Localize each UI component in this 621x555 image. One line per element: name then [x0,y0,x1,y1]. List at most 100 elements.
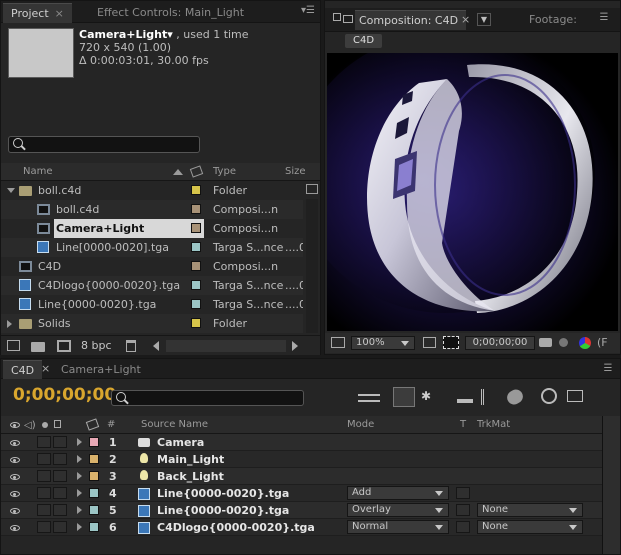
label-swatch[interactable] [191,185,201,195]
new-composition-icon[interactable] [57,340,71,352]
disclosure-closed-icon[interactable] [77,506,82,514]
close-icon[interactable]: × [461,13,470,26]
comp-breadcrumb-button[interactable]: C4D [345,34,383,48]
column-size[interactable]: Size [285,166,306,177]
lock-switch[interactable] [53,521,67,533]
lock-switch[interactable] [53,436,67,448]
column-type[interactable]: Type [213,166,236,177]
live-update-icon[interactable] [567,390,583,402]
column-name[interactable]: Name [23,166,53,177]
close-icon[interactable]: × [41,362,50,375]
viewer-timecode[interactable]: 0;00;00;00 [465,336,535,350]
tab-camera-light[interactable]: Camera+Light [53,360,149,379]
layer-name[interactable]: Camera [157,434,204,451]
project-item[interactable]: Camera+Light Composi...n [1,219,303,238]
label-swatch[interactable] [191,299,201,309]
horizontal-scrollbar[interactable] [166,340,286,352]
region-icon[interactable] [443,336,459,349]
solo-switch[interactable] [37,453,51,465]
project-search-input[interactable] [8,136,200,153]
audio-switch[interactable] [21,521,33,533]
composition-viewer[interactable] [327,53,618,331]
layer-row[interactable]: 3 Back_Light [1,468,602,485]
eye-icon[interactable] [10,457,20,463]
solo-switch[interactable] [37,436,51,448]
disclosure-closed-icon[interactable] [77,523,82,531]
label-tag-icon[interactable] [189,165,204,178]
close-icon[interactable]: × [55,7,64,20]
layer-name[interactable]: Main_Light [157,451,224,468]
brainstorm-icon[interactable] [504,386,526,408]
audio-switch[interactable] [21,504,33,516]
motion-blur-icon[interactable] [481,389,497,405]
solo-switch[interactable] [37,521,51,533]
label-swatch[interactable] [89,454,99,464]
eye-icon[interactable] [10,474,20,480]
eye-icon[interactable] [10,508,20,514]
layer-row[interactable]: 5 Line{0000-0020}.tga Overlay None [1,502,602,519]
project-scrollbar[interactable] [306,199,318,333]
blend-mode-select[interactable]: Add [347,486,449,500]
panel-menu-icon[interactable]: ▾☰ [300,5,316,17]
frame-blending-icon[interactable] [457,391,473,403]
tab-c4d[interactable]: C4D [3,360,43,379]
flowchart-icon[interactable] [306,184,318,194]
eye-icon[interactable] [10,525,20,531]
disclosure-closed-icon[interactable] [77,472,82,480]
scroll-right-icon[interactable] [292,341,298,351]
solo-switch[interactable] [37,504,51,516]
timeline-search-input[interactable] [111,390,304,406]
draft-3d-icon[interactable] [393,387,415,407]
solo-icon[interactable] [42,422,48,428]
blend-mode-select[interactable]: Overlay [347,503,449,517]
layer-name[interactable]: Line{0000-0020}.tga [157,485,289,502]
graph-editor-icon[interactable] [541,388,557,404]
preserve-transparency-toggle[interactable] [456,521,470,533]
new-folder-icon[interactable] [31,342,45,352]
track-matte-select[interactable]: None [477,520,583,534]
tab-effect-controls[interactable]: Effect Controls: Main_Light [89,3,252,23]
tab-composition[interactable]: Composition: C4D [355,10,467,30]
channel-icon[interactable] [579,337,591,349]
tab-footage[interactable]: Footage: [521,10,585,30]
timeline-menu-icon[interactable]: ☰ [600,363,616,375]
tab-project[interactable]: Project × [3,3,72,23]
interpret-footage-icon[interactable] [7,340,20,351]
zoom-select[interactable]: 100% [351,336,415,350]
solo-switch[interactable] [37,470,51,482]
label-swatch[interactable] [89,488,99,498]
eye-icon[interactable] [10,440,20,446]
show-snapshot-icon[interactable] [559,338,568,347]
lock-icon[interactable] [54,420,61,428]
label-swatch[interactable] [191,204,201,214]
disclosure-closed-icon[interactable] [77,489,82,497]
lock-switch[interactable] [53,470,67,482]
snapshot-icon[interactable] [331,337,345,348]
project-item[interactable]: boll.c4d Folder [1,181,303,200]
fit-icon[interactable] [423,337,436,348]
label-swatch[interactable] [191,318,201,328]
disclosure-closed-icon[interactable] [77,455,82,463]
column-t[interactable]: T [460,419,466,430]
preserve-transparency-toggle[interactable] [456,504,470,516]
audio-switch[interactable] [21,487,33,499]
label-tag-icon[interactable] [85,418,100,431]
column-trkmat[interactable]: TrkMat [477,419,510,430]
video-toggle-icon[interactable] [10,422,20,428]
project-item[interactable]: boll.c4d Composi...n [1,200,303,219]
layer-row[interactable]: 2 Main_Light [1,451,602,468]
project-item[interactable]: C4Dlogo{0000-0020}.tga Targa S...nce ....0 [1,276,303,295]
audio-switch[interactable] [21,453,33,465]
layer-name[interactable]: Line{0000-0020}.tga [157,502,289,519]
project-item[interactable]: Solids Folder [1,314,303,333]
sort-up-icon[interactable] [173,169,183,175]
project-item[interactable]: Line{0000-0020}.tga Targa S...nce ....0 [1,295,303,314]
composition-flowchart-icon[interactable] [358,394,380,402]
layer-row[interactable]: 4 Line{0000-0020}.tga Add [1,485,602,502]
lock-switch[interactable] [53,487,67,499]
comp-panel-menu-icon[interactable]: ☰ [596,12,612,24]
hide-shy-icon[interactable]: ✱ [421,389,437,405]
label-swatch[interactable] [191,261,201,271]
audio-switch[interactable] [21,470,33,482]
project-item[interactable]: C4D Composi...n [1,257,303,276]
